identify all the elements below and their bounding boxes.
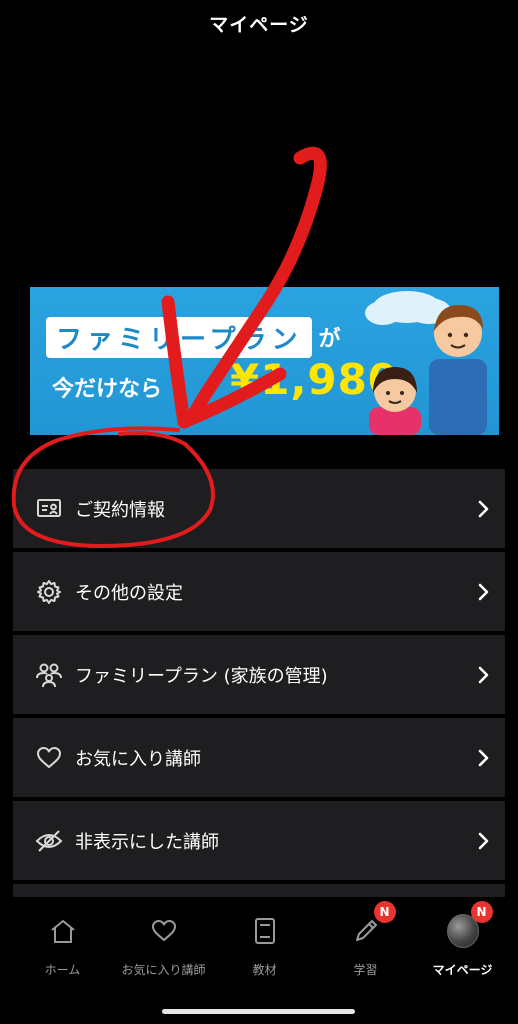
tab-label: 学習 [353,963,378,977]
tab-home[interactable]: ホーム [11,915,114,985]
eye-slash-icon [35,827,63,855]
chevron-right-icon [478,500,489,517]
banner-headline-suffix: が [318,327,341,352]
tab-label: マイページ [432,963,493,977]
menu-item-family-plan[interactable]: ファミリープラン (家族の管理) [13,635,505,714]
book-icon [249,915,281,947]
menu-item-label: ご契約情報 [75,499,165,521]
bottom-tab-bar: ホーム お気に入り講師 教材 N 学習 N マイページ [0,897,518,1024]
family-plan-banner[interactable]: ファミリープラン が 今だけなら ¥1,980 [30,287,499,435]
tab-materials[interactable]: 教材 [213,915,316,985]
chevron-right-icon [478,749,489,766]
home-icon [47,915,79,947]
tab-label: お気に入り講師 [121,963,206,977]
banner-headline-text: ファミリープラン [46,316,313,358]
heart-icon [35,744,63,772]
menu-item-label: ファミリープラン (家族の管理) [75,665,328,687]
heart-icon [148,915,180,947]
menu-list: ご契約情報 その他の設定 ファミリープラン (家族の管理) お気に入り講師 非表… [13,469,505,902]
menu-item-label: その他の設定 [75,582,183,604]
tab-label: 教材 [252,963,277,977]
tab-favorite-teachers[interactable]: お気に入り講師 [112,915,215,985]
menu-item-label: お気に入り講師 [75,748,201,770]
banner-headline: ファミリープラン が [46,315,340,359]
banner-subline: 今だけなら [52,377,163,402]
menu-item-other-settings[interactable]: その他の設定 [13,552,505,631]
contract-card-icon [35,495,63,523]
menu-item-contract-info[interactable]: ご契約情報 [13,469,505,548]
tab-label: ホーム [44,963,81,977]
avatar-icon: N [446,901,493,948]
page-title: マイページ [209,14,309,36]
chevron-right-icon [478,666,489,683]
notification-badge: N [470,901,493,923]
family-illustration [365,291,487,435]
menu-item-label: 非表示にした講師 [75,831,219,853]
tab-study[interactable]: N 学習 [314,901,417,985]
pencil-icon: N [350,901,396,947]
chevron-right-icon [478,583,489,600]
notification-badge: N [373,901,396,923]
gear-icon [35,578,63,606]
family-icon [35,661,63,689]
tab-my-page[interactable]: N マイページ [411,901,514,985]
chevron-right-icon [478,832,489,849]
home-indicator [162,1009,355,1014]
menu-item-favorite-teachers[interactable]: お気に入り講師 [13,718,505,797]
menu-item-hidden-teachers[interactable]: 非表示にした講師 [13,801,505,880]
